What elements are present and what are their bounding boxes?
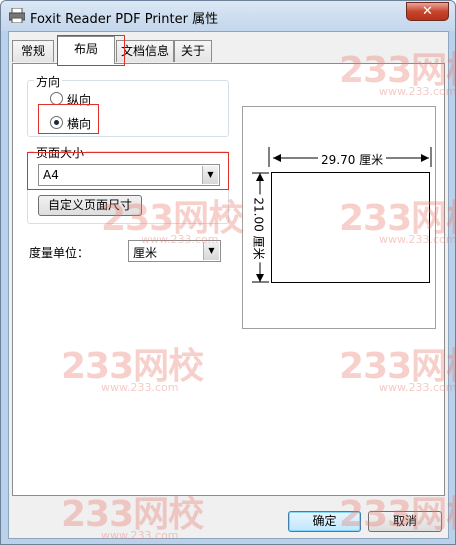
tab-about[interactable]: 关于	[174, 40, 212, 62]
highlight-layout-tab	[57, 35, 125, 66]
highlight-landscape	[38, 104, 99, 134]
layout-panel: 方向 纵向 横向 页面大小 A4 ▼ 自定义页面尺寸 度量单位： 厘米 ▼ 29…	[12, 63, 445, 496]
watermark-url: www.233.com	[101, 529, 179, 542]
print-properties-dialog: Foxit Reader PDF Printer 属性 ✕ 常规 布局 文档信息…	[0, 0, 456, 545]
title-bar[interactable]: Foxit Reader PDF Printer 属性 ✕	[1, 1, 455, 31]
highlight-page-size	[27, 152, 229, 190]
tab-general[interactable]: 常规	[12, 40, 54, 62]
units-label: 度量单位：	[29, 246, 90, 260]
orientation-group-label: 方向	[34, 73, 63, 90]
window-title: Foxit Reader PDF Printer 属性	[30, 12, 219, 27]
units-value: 厘米	[133, 246, 158, 260]
watermark-url: www.233.com	[101, 381, 179, 394]
watermark-url: www.233.com	[379, 85, 456, 98]
tab-label: 常规	[20, 44, 45, 58]
ok-label: 确定	[312, 514, 337, 528]
watermark-url: www.233.com	[141, 233, 219, 246]
preview-width-label: 29.70 厘米	[318, 151, 387, 168]
close-icon: ✕	[422, 4, 433, 19]
watermark: 233网校	[339, 494, 455, 535]
printer-icon	[9, 8, 25, 23]
tab-label: 文档信息	[120, 44, 169, 58]
watermark-url: www.233.com	[379, 381, 456, 394]
watermark-url: www.233.com	[379, 233, 456, 246]
preview-height-label: 21.00 厘米	[250, 194, 268, 263]
dialog-body: 常规 布局 文档信息 关于 方向 纵向 横向 页面大小 A4 ▼ 自定义页面尺寸…	[8, 31, 449, 539]
tab-label: 关于	[180, 44, 205, 58]
close-button[interactable]: ✕	[406, 2, 449, 21]
